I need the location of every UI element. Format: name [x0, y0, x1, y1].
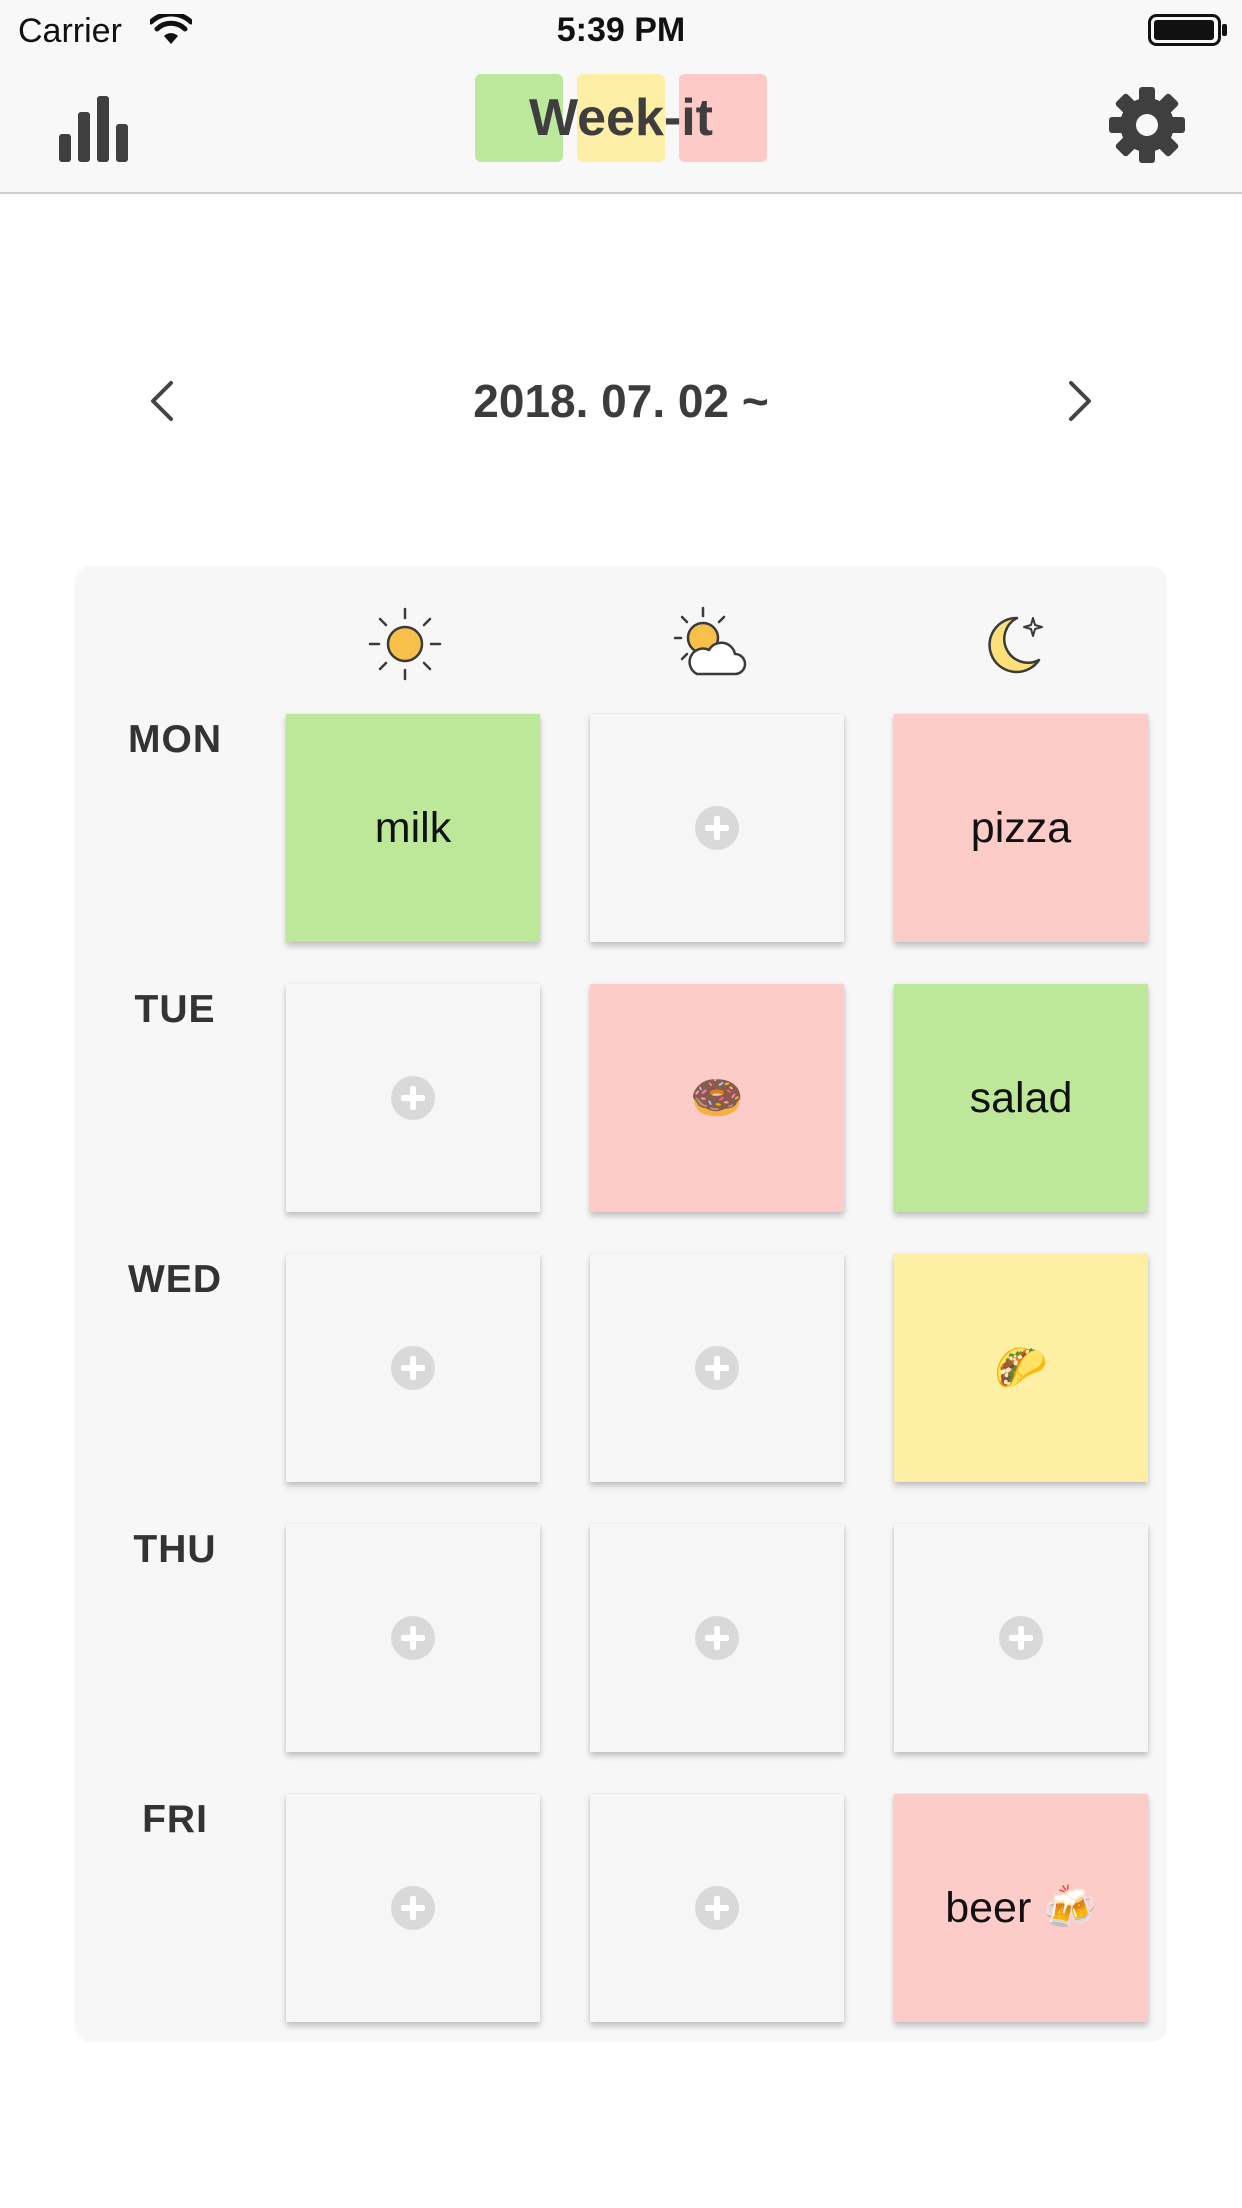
plus-icon — [695, 806, 739, 850]
status-bar: Carrier 5:39 PM — [0, 0, 1242, 62]
sun-icon — [368, 607, 442, 681]
plus-icon — [695, 1886, 739, 1930]
plus-icon — [391, 1886, 435, 1930]
meal-cell-mon-breakfast[interactable]: milk — [286, 714, 540, 942]
meal-cell-tue-lunch[interactable]: 🍩 — [590, 984, 844, 1212]
week-navigator: 2018. 07. 02 ~ — [0, 360, 1242, 440]
meal-cell-mon-dinner[interactable]: pizza — [894, 714, 1148, 942]
gear-icon[interactable] — [1104, 82, 1190, 168]
app-logo: Week-it — [475, 74, 767, 162]
meal-cell-fri-dinner[interactable]: beer 🍻 — [894, 1794, 1148, 2022]
meal-cell-text: milk — [374, 803, 452, 852]
meal-cell-text: pizza — [970, 803, 1072, 852]
meal-cell-wed-lunch[interactable] — [590, 1254, 844, 1482]
day-label-tue: TUE — [134, 988, 216, 1031]
meal-cell-text: beer 🍻 — [945, 1884, 1097, 1932]
week-board: MON milk pizza TUE 🍩 salad WED 🌮 THU FRI… — [75, 566, 1167, 2042]
meal-cell-tue-breakfast[interactable] — [286, 984, 540, 1212]
day-label-thu: THU — [133, 1528, 217, 1571]
plus-icon — [999, 1616, 1043, 1660]
meal-cell-text: 🍩 — [690, 1074, 744, 1122]
plus-icon — [391, 1076, 435, 1120]
meal-cell-thu-breakfast[interactable] — [286, 1524, 540, 1752]
meal-cell-mon-lunch[interactable] — [590, 714, 844, 942]
chevron-right-icon[interactable] — [1063, 378, 1097, 424]
plus-icon — [391, 1616, 435, 1660]
meal-cell-tue-dinner[interactable]: salad — [894, 984, 1148, 1212]
meal-cell-wed-breakfast[interactable] — [286, 1254, 540, 1482]
week-label: 2018. 07. 02 ~ — [473, 375, 769, 427]
meal-cell-fri-lunch[interactable] — [590, 1794, 844, 2022]
meal-cell-text: salad — [969, 1073, 1073, 1122]
meal-cell-wed-dinner[interactable]: 🌮 — [894, 1254, 1148, 1482]
meal-cell-thu-dinner[interactable] — [894, 1524, 1148, 1752]
moon-icon — [988, 616, 1043, 674]
day-label-fri: FRI — [142, 1798, 208, 1841]
meal-cell-fri-breakfast[interactable] — [286, 1794, 540, 2022]
sun-cloud-icon — [673, 606, 747, 676]
day-label-wed: WED — [128, 1258, 222, 1301]
navigation-bar: Week-it — [0, 62, 1242, 194]
app-title: Week-it — [529, 89, 713, 147]
meal-cell-thu-lunch[interactable] — [590, 1524, 844, 1752]
bar-chart-icon[interactable] — [52, 82, 138, 168]
meal-cell-text: 🌮 — [994, 1344, 1048, 1392]
battery-icon — [1148, 14, 1227, 46]
day-label-mon: MON — [128, 718, 222, 761]
status-time: 5:39 PM — [556, 11, 686, 49]
plus-icon — [391, 1346, 435, 1390]
plus-icon — [695, 1616, 739, 1660]
plus-icon — [695, 1346, 739, 1390]
